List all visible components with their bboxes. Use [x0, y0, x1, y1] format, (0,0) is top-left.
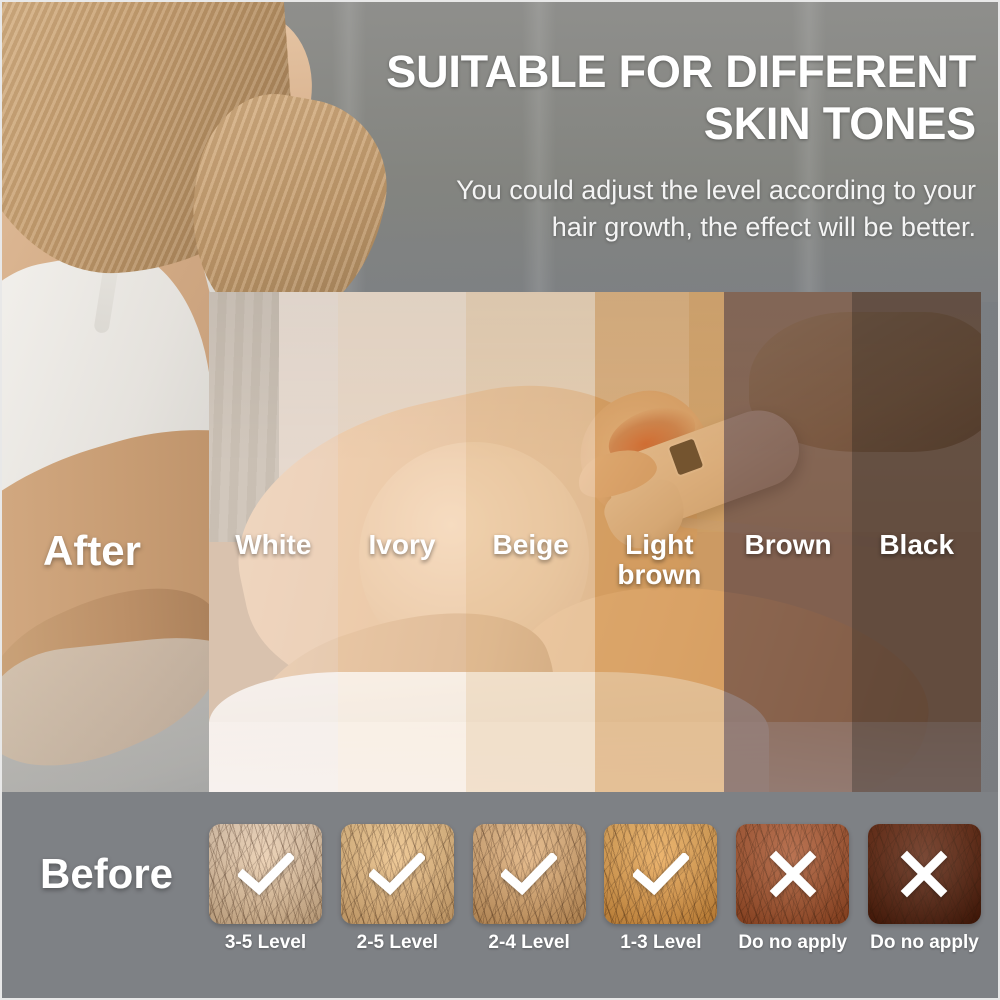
swatch-tile-2[interactable]	[340, 824, 454, 924]
tone-column-black[interactable]: Black	[852, 292, 981, 792]
check-icon	[473, 824, 586, 924]
infographic-page: SUITABLE FOR DIFFERENT SKIN TONES You co…	[0, 0, 1000, 1000]
page-title: SUITABLE FOR DIFFERENT SKIN TONES	[256, 46, 976, 150]
tone-label-line-1: Light	[625, 529, 694, 560]
after-label: After	[43, 527, 142, 574]
swatch-tile-6[interactable]	[867, 824, 981, 924]
level-caption-4: 1-3 Level	[620, 932, 702, 953]
tone-label-light-brown: Light brown	[595, 530, 724, 590]
swatch-tile-1[interactable]	[209, 824, 322, 924]
cross-icon	[868, 824, 981, 924]
headline-line-2: SKIN TONES	[703, 98, 976, 149]
tone-label-white: White	[235, 529, 312, 560]
level-caption-6: Do no apply	[870, 932, 979, 953]
level-caption-1: 3-5 Level	[224, 932, 307, 953]
swatch-tile-3[interactable]	[472, 824, 586, 924]
level-caption-5: Do no apply	[738, 932, 848, 953]
headline-line-1: SUITABLE FOR DIFFERENT	[386, 46, 976, 97]
check-icon	[209, 824, 322, 924]
swatch-tile-5[interactable]	[736, 824, 850, 924]
tone-column-ivory[interactable]: Ivory	[337, 292, 467, 792]
level-caption-3: 2-4 Level	[488, 932, 570, 953]
level-caption-2: 2-5 Level	[356, 932, 438, 953]
cross-icon	[736, 824, 849, 924]
level-caption-row: 3-5 Level 2-5 Level 2-4 Level 1-3 Level …	[209, 932, 981, 954]
tone-label-beige: Beige	[492, 529, 569, 560]
tone-column-white[interactable]: White	[209, 292, 338, 792]
before-swatch-row	[209, 824, 981, 924]
subhead-line-2: hair growth, the effect will be better.	[551, 212, 976, 242]
tone-label-ivory: Ivory	[368, 529, 436, 560]
tone-label-line-2: brown	[617, 559, 702, 590]
subhead-line-1: You could adjust the level according to …	[456, 175, 976, 205]
page-subtitle: You could adjust the level according to …	[356, 172, 976, 246]
tone-column-beige[interactable]: Beige	[466, 292, 596, 792]
check-icon	[604, 824, 717, 924]
before-label: Before	[40, 850, 174, 897]
skin-tone-band: White Ivory Beige Light brown Brown Blac…	[209, 292, 981, 792]
swatch-tile-4[interactable]	[604, 824, 718, 924]
tone-label-black: Black	[879, 529, 955, 560]
tone-column-light-brown[interactable]: Light brown	[595, 292, 724, 792]
tone-label-brown: Brown	[744, 529, 832, 560]
check-icon	[341, 824, 454, 924]
tone-column-brown[interactable]: Brown	[723, 292, 853, 792]
